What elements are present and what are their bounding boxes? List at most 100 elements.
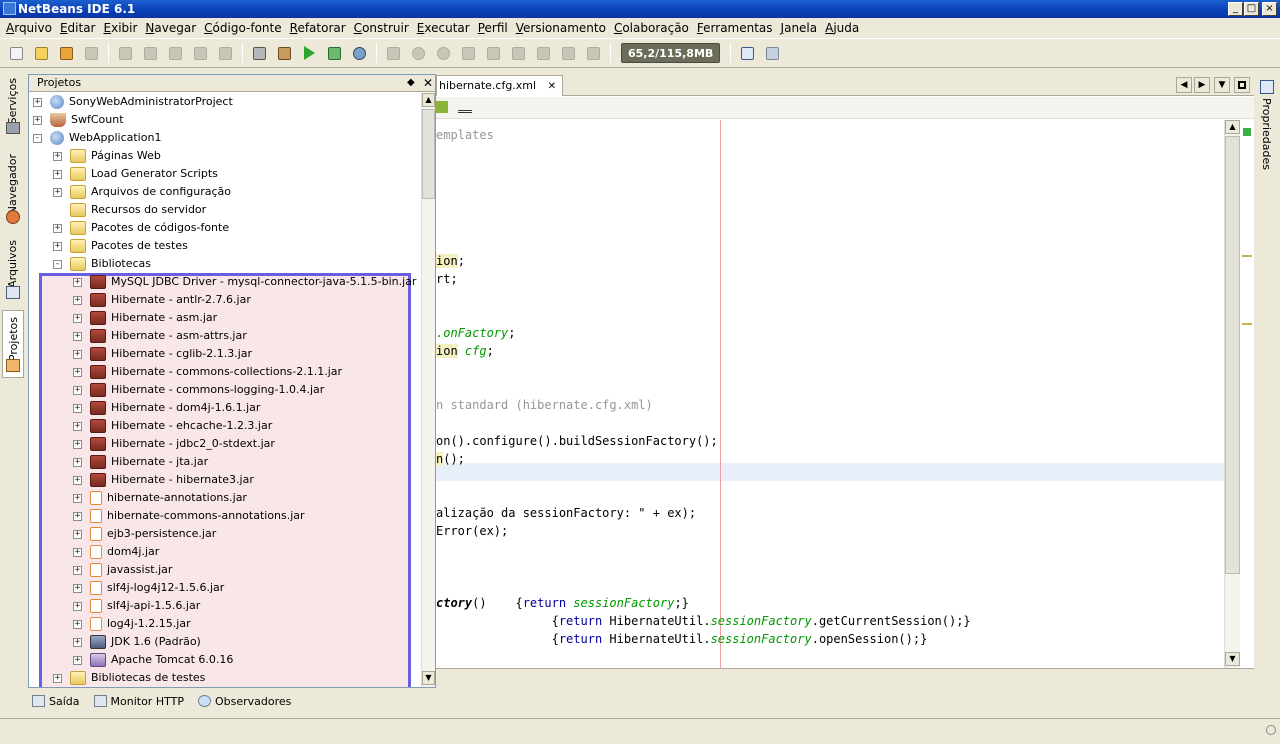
projects-vertical-scrollbar[interactable]: ▲ ▼ (421, 93, 435, 687)
expand-icon[interactable]: + (73, 619, 82, 629)
expand-icon[interactable]: + (73, 277, 82, 287)
menu-janela[interactable]: Janela (777, 21, 822, 35)
stripe-mark[interactable] (1242, 323, 1252, 325)
expand-icon[interactable]: + (53, 151, 62, 161)
expand-icon[interactable]: + (33, 115, 42, 125)
watches-tab[interactable]: Observadores (197, 695, 291, 708)
collapse-icon[interactable]: - (53, 259, 62, 269)
tree-node[interactable]: + Hibernate - asm-attrs.jar (73, 327, 247, 345)
tree-node[interactable]: + javassist.jar (73, 561, 172, 579)
stripe-mark[interactable] (1242, 255, 1252, 257)
menu-construir[interactable]: Construir (350, 21, 413, 35)
screenshot-icon[interactable] (738, 44, 757, 63)
trash-icon[interactable] (584, 44, 603, 63)
menu-navegar[interactable]: Navegar (141, 21, 200, 35)
tab-list-dropdown-icon[interactable]: ▼ (1214, 77, 1230, 93)
tab-scroll-left-icon[interactable]: ◀ (1176, 77, 1192, 93)
tab-scroll-right-icon[interactable]: ▶ (1194, 77, 1210, 93)
memory-indicator[interactable]: 65,2/115,8MB (621, 43, 721, 63)
clean-build-icon[interactable] (275, 44, 294, 63)
tree-node[interactable]: + Hibernate - hibernate3.jar (73, 471, 254, 489)
editor-horizontal-scrollbar[interactable] (436, 668, 1254, 688)
menu-executar[interactable]: Executar (413, 21, 474, 35)
expand-icon[interactable]: + (53, 187, 62, 197)
maximize-button[interactable]: □ (1244, 2, 1259, 16)
tree-node[interactable]: + log4j-1.2.15.jar (73, 615, 191, 633)
expand-icon[interactable]: + (73, 421, 82, 431)
tree-node[interactable]: + Hibernate - ehcache-1.2.3.jar (73, 417, 272, 435)
tree-node[interactable]: + Load Generator Scripts (53, 165, 218, 183)
tree-node[interactable]: + hibernate-annotations.jar (73, 489, 247, 507)
tree-node[interactable]: + Hibernate - dom4j-1.6.1.jar (73, 399, 260, 417)
debug-icon[interactable] (325, 44, 344, 63)
expand-icon[interactable]: + (73, 547, 82, 557)
tree-node[interactable]: + Hibernate - jta.jar (73, 453, 208, 471)
tree-node[interactable]: + Arquivos de configuração (53, 183, 231, 201)
scroll-down-icon[interactable]: ▼ (422, 671, 435, 685)
copy-icon[interactable] (141, 44, 160, 63)
tree-node[interactable]: + MySQL JDBC Driver - mysql-connector-jav… (73, 273, 416, 291)
expand-icon[interactable]: + (73, 295, 82, 305)
expand-icon[interactable]: + (73, 457, 82, 467)
expand-icon[interactable]: + (73, 637, 82, 647)
new-file-icon[interactable] (7, 44, 26, 63)
navigator-tab[interactable]: Navegador (6, 154, 19, 214)
tree-node[interactable]: + Páginas Web (53, 147, 161, 165)
tree-node[interactable]: + slf4j-api-1.5.6.jar (73, 597, 200, 615)
tree-node[interactable]: + ejb3-persistence.jar (73, 525, 216, 543)
tree-node[interactable]: + slf4j-log4j12-1.5.6.jar (73, 579, 224, 597)
tree-node[interactable]: + JDK 1.6 (Padrão) (73, 633, 201, 651)
expand-icon[interactable]: + (73, 529, 82, 539)
expand-icon[interactable]: + (73, 655, 82, 665)
menu-ajuda[interactable]: Ajuda (821, 21, 863, 35)
tree-node[interactable]: + Hibernate - commons-logging-1.0.4.jar (73, 381, 324, 399)
expand-icon[interactable]: + (73, 349, 82, 359)
open-project-icon[interactable] (57, 44, 76, 63)
output-tab[interactable]: Saída (32, 695, 80, 708)
new-project-icon[interactable] (32, 44, 51, 63)
editor-tab-hibernate-cfg[interactable]: hibernate.cfg.xml ✕ (436, 75, 563, 96)
expand-icon[interactable]: + (73, 511, 82, 521)
tree-node[interactable]: + Pacotes de códigos-fonte (53, 219, 229, 237)
menu-exibir[interactable]: Exibir (100, 21, 142, 35)
stop-icon[interactable] (384, 44, 403, 63)
menu-refatorar[interactable]: Refatorar (286, 21, 350, 35)
pause-icon[interactable] (409, 44, 428, 63)
run-to-cursor-icon[interactable] (534, 44, 553, 63)
tree-node[interactable]: - WebApplication1 (33, 129, 161, 147)
save-all-icon[interactable] (82, 44, 101, 63)
tree-node[interactable]: + Hibernate - commons-collections-2.1.1.j… (73, 363, 342, 381)
undo-icon[interactable] (191, 44, 210, 63)
tree-node[interactable]: + SonyWebAdministratorProject (33, 93, 233, 111)
tree-node[interactable]: + Hibernate - asm.jar (73, 309, 217, 327)
expand-icon[interactable]: + (73, 367, 82, 377)
expand-icon[interactable]: + (73, 601, 82, 611)
editor-scroll-up-icon[interactable]: ▲ (1225, 120, 1240, 134)
close-button[interactable]: × (1262, 2, 1277, 16)
tree-node[interactable]: Recursos do servidor (53, 201, 206, 219)
step-over-icon[interactable] (459, 44, 478, 63)
expand-icon[interactable]: + (73, 403, 82, 413)
expand-icon[interactable]: + (73, 313, 82, 323)
projects-scroll-thumb[interactable] (422, 109, 435, 199)
expand-icon[interactable]: + (73, 331, 82, 341)
editor-scroll-down-icon[interactable]: ▼ (1225, 652, 1240, 666)
continue-icon[interactable] (434, 44, 453, 63)
collapse-icon[interactable]: - (33, 133, 42, 143)
tree-node[interactable]: + Pacotes de testes (53, 237, 188, 255)
tree-node[interactable]: + dom4j.jar (73, 543, 159, 561)
redo-icon[interactable] (216, 44, 235, 63)
align-icon[interactable] (458, 101, 472, 113)
tree-node[interactable]: + Hibernate - jdbc2_0-stdext.jar (73, 435, 275, 453)
profile-icon[interactable] (350, 44, 369, 63)
run-icon[interactable] (300, 44, 319, 63)
menu-arquivo[interactable]: Arquivo (2, 21, 56, 35)
expand-icon[interactable]: + (53, 169, 62, 179)
expand-icon[interactable]: + (73, 583, 82, 593)
expand-icon[interactable]: + (73, 565, 82, 575)
http-monitor-tab[interactable]: Monitor HTTP (93, 695, 184, 708)
expand-icon[interactable]: + (73, 475, 82, 485)
projects-tab-active[interactable]: Projetos (2, 310, 24, 378)
editor-vertical-scrollbar[interactable]: ▲ ▼ (1224, 120, 1240, 668)
editor-scroll-thumb[interactable] (1225, 136, 1240, 574)
